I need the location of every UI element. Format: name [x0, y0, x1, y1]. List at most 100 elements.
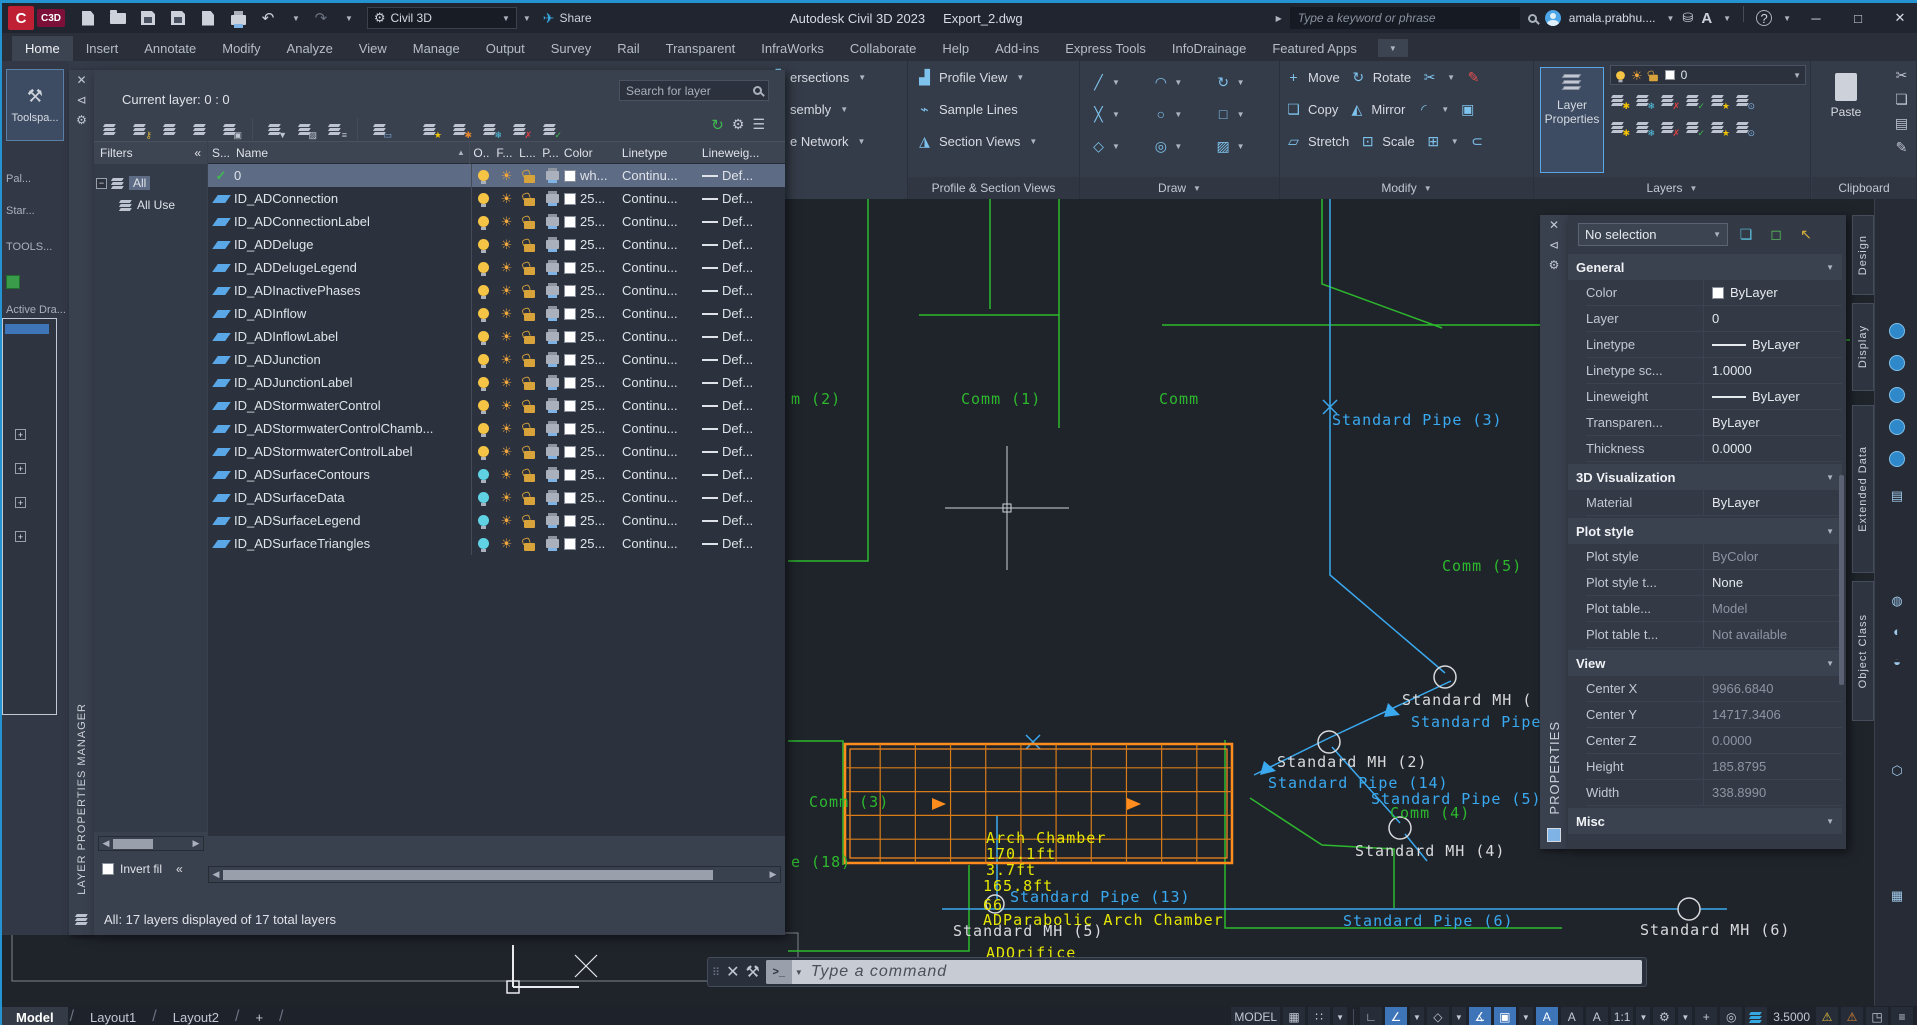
draw-tool-button[interactable]: ╱ ▼ — [1090, 67, 1144, 97]
new-file-button[interactable] — [79, 9, 97, 27]
layer-row[interactable]: ID_ADInflowLabel ☀ 25... Continu... Def... — [208, 325, 785, 348]
account-avatar[interactable] — [1544, 10, 1561, 26]
layer-on-toggle[interactable] — [472, 285, 495, 299]
layer-color-cell[interactable]: 25... — [564, 352, 622, 367]
modify-mirror-button[interactable]: ◭ Mirror — [1343, 93, 1410, 125]
layer-freeze-toggle[interactable]: ☀ — [495, 261, 518, 274]
layer-on-toggle[interactable] — [472, 400, 495, 414]
snap-mode-icon[interactable]: ∷ — [1308, 1007, 1331, 1025]
layer-walk-button[interactable] — [188, 117, 212, 141]
layer-freeze-toggle[interactable]: ☀ — [495, 169, 518, 182]
layer-tool-button[interactable]: ✗ — [1660, 121, 1680, 139]
layer-list-scrollbar[interactable]: ◀ ▶ — [208, 866, 781, 883]
tab-insert[interactable]: Insert — [73, 36, 132, 61]
property-value[interactable]: 338.8990 — [1704, 785, 1766, 800]
modify-copy-button[interactable]: ❏ Copy — [1280, 93, 1343, 125]
column-header[interactable]: Lineweig... — [700, 146, 760, 160]
column-header[interactable]: L... — [516, 146, 539, 160]
property-value[interactable]: 1.0000 — [1704, 363, 1752, 378]
layer-lineweight-cell[interactable]: Def... — [702, 283, 762, 298]
right-tool-icon[interactable]: ◒ — [1884, 649, 1910, 673]
layer-freeze-toggle[interactable]: ☀ — [495, 491, 518, 504]
tab-infraworks[interactable]: InfraWorks — [748, 36, 837, 61]
layer-linetype-cell[interactable]: Continu... — [622, 467, 702, 482]
layer-plot-toggle[interactable] — [541, 398, 564, 413]
layer-translator-button[interactable] — [158, 117, 182, 141]
side-tab-display[interactable]: Display — [1852, 303, 1874, 391]
graphics-performance-icon[interactable]: ⚠ — [1816, 1007, 1838, 1025]
layer-plot-toggle[interactable] — [541, 329, 564, 344]
levels-icon[interactable] — [1745, 1007, 1768, 1025]
layer-linetype-cell[interactable]: Continu... — [622, 352, 702, 367]
layer-plot-toggle[interactable] — [541, 536, 564, 551]
new-layer-frozen-vp-button[interactable]: ✱ — [448, 117, 472, 141]
layer-color-cell[interactable]: 25... — [564, 513, 622, 528]
layer-row[interactable]: ✓ 0 ☀ wh... Continu... Def... — [208, 164, 785, 187]
signed-in-user[interactable]: amala.prabhu.... — [1569, 11, 1656, 25]
layer-plot-toggle[interactable] — [541, 283, 564, 298]
quick-select-icon[interactable]: ❏ — [1734, 224, 1758, 246]
side-tab-object-class[interactable]: Object Class — [1852, 581, 1874, 721]
side-tab-design[interactable]: Design — [1852, 215, 1874, 295]
autoscale-icon[interactable]: A — [1560, 1007, 1583, 1025]
properties-gear-icon[interactable]: ⚙ — [73, 110, 91, 130]
grid-display-icon[interactable]: ▦ — [1283, 1007, 1306, 1025]
object-snap-icon-chevron[interactable]: ▼ — [1518, 1007, 1533, 1025]
draw-tool-button[interactable]: ○ ▼ — [1152, 99, 1206, 129]
layer-row[interactable]: ID_ADInflow ☀ 25... Continu... Def... — [208, 302, 785, 325]
layer-row[interactable]: ID_ADSurfaceLegend ☀ 25... Continu... Def... — [208, 509, 785, 532]
layer-tool-button[interactable]: ✱ — [1610, 94, 1630, 112]
layer-lineweight-cell[interactable]: Def... — [702, 513, 762, 528]
layer-tool-button[interactable]: ✓ — [1685, 121, 1705, 139]
layer-freeze-toggle[interactable]: ☀ — [495, 422, 518, 435]
layer-on-toggle[interactable] — [472, 446, 495, 460]
panel-label-clipboard[interactable]: Clipboard — [1812, 177, 1916, 199]
layer-row[interactable]: ID_ADSurfaceTriangles ☀ 25... Continu... Def… — [208, 532, 785, 555]
property-value[interactable]: 9966.6840 — [1704, 681, 1773, 696]
layer-on-toggle[interactable] — [472, 308, 495, 322]
isometric-drafting-icon-chevron[interactable]: ▼ — [1451, 1007, 1466, 1025]
layer-plot-toggle[interactable] — [541, 214, 564, 229]
annotation-scale-value-chevron[interactable]: ▼ — [1636, 1007, 1651, 1025]
right-tool-icon[interactable] — [1884, 447, 1910, 471]
section-header-view[interactable]: View ▼ — [1568, 650, 1842, 676]
layer-plot-toggle[interactable] — [541, 513, 564, 528]
export-button[interactable] — [199, 9, 217, 27]
draw-tool-button[interactable]: ◠ ▼ — [1152, 67, 1206, 97]
layer-row[interactable]: ID_ADConnectionLabel ☀ 25... Continu... Def.… — [208, 210, 785, 233]
ortho-mode-icon[interactable]: ∟ — [1360, 1007, 1382, 1025]
layer-on-toggle[interactable] — [472, 239, 495, 253]
layer-freeze-toggle[interactable]: ☀ — [495, 376, 518, 389]
panel-label-layers[interactable]: Layers ▼ — [1534, 177, 1810, 199]
right-tool-icon[interactable] — [1884, 415, 1910, 439]
layer-lineweight-cell[interactable]: Def... — [702, 490, 762, 505]
save-button[interactable] — [139, 9, 157, 27]
layer-plot-toggle[interactable] — [541, 375, 564, 390]
annotation-visibility-icon[interactable]: A — [1535, 1007, 1558, 1025]
layer-row[interactable]: ID_ADInactivePhases ☀ 25... Continu... Def..… — [208, 279, 785, 302]
layer-freeze-toggle[interactable]: ☀ — [495, 468, 518, 481]
properties-gear-icon[interactable]: ⚙ — [1545, 255, 1563, 275]
layout-tab-model[interactable]: Model — [2, 1006, 68, 1025]
layer-lineweight-cell[interactable]: Def... — [702, 168, 762, 183]
layer-linetype-cell[interactable]: Continu... — [622, 536, 702, 551]
section-header-misc[interactable]: Misc ▼ — [1568, 808, 1842, 834]
layer-on-toggle[interactable] — [472, 469, 495, 483]
qat-overflow-icon[interactable]: ▼ — [523, 14, 531, 23]
auto-hide-pin-icon[interactable]: ⊲ — [73, 90, 91, 110]
ribbon-item-profile-view[interactable]: ▟ Profile View ▼ — [908, 61, 1079, 93]
layer-freeze-toggle[interactable]: ☀ — [495, 307, 518, 320]
tab-output[interactable]: Output — [473, 36, 538, 61]
right-tool-icon[interactable]: ◍ — [1884, 589, 1910, 613]
layer-plot-toggle[interactable] — [541, 260, 564, 275]
right-tool-icon[interactable]: ▦ — [1884, 884, 1910, 908]
modify-tool-button[interactable]: ▣ — [1454, 93, 1481, 125]
close-icon[interactable]: ✕ — [726, 962, 739, 982]
layer-plot-toggle[interactable] — [541, 191, 564, 206]
layer-states-button[interactable] — [98, 117, 122, 141]
tab-add-ins[interactable]: Add-ins — [982, 36, 1052, 61]
layer-lineweight-cell[interactable]: Def... — [702, 467, 762, 482]
layer-settings-dialog-button[interactable]: ≡ — [323, 117, 347, 141]
layer-freeze-toggle[interactable]: ☀ — [495, 192, 518, 205]
right-tool-icon[interactable] — [1884, 383, 1910, 407]
